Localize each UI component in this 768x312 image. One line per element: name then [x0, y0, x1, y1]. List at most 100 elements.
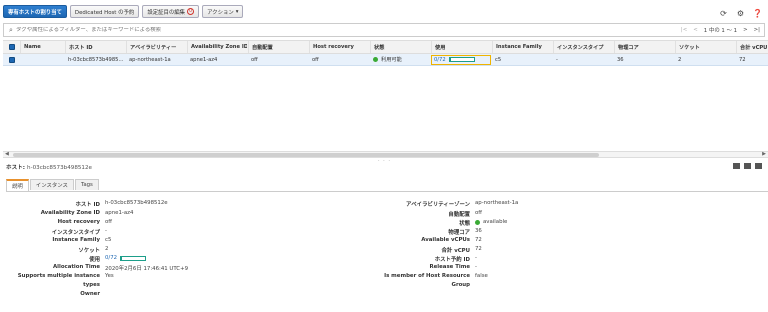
tab-tags[interactable]: Tags: [74, 179, 99, 190]
detail-value: -: [105, 228, 107, 234]
reserve-host-label: Dedicated Host の予約: [74, 9, 135, 16]
detail-key: 合計 vCPU: [441, 248, 470, 254]
detail-key: types: [83, 282, 100, 288]
col-total-vcpu[interactable]: 合計 vCPU: [736, 41, 768, 53]
row-checkbox[interactable]: [6, 54, 16, 65]
usage-bar: [448, 57, 475, 62]
select-all-checkbox[interactable]: [6, 41, 16, 53]
details-left: ホスト ID h-03cbc8573b498512e Availability …: [0, 200, 300, 305]
detail-value: 72: [475, 246, 482, 252]
col-state[interactable]: 状態: [370, 41, 430, 53]
cell-physical-cores: 36: [617, 56, 624, 63]
host-value: h-03cbc8573b498512e: [27, 165, 92, 171]
col-az-id[interactable]: Availability Zone ID: [187, 41, 247, 53]
pager-text: 1 中の 1 ～ 1: [703, 28, 738, 34]
detail-key: ホスト予約 ID: [434, 257, 470, 263]
status-dot-icon: [373, 57, 378, 62]
usage-detail: 0/72: [105, 255, 147, 261]
cell-auto-placement: off: [251, 56, 258, 63]
cell-instance-type: -: [556, 56, 558, 63]
cell-sockets: 2: [678, 56, 682, 63]
detail-key: Group: [451, 282, 470, 288]
cell-az-id: apne1-az4: [190, 56, 218, 63]
search-input[interactable]: [16, 27, 764, 33]
detail-value: 72: [475, 237, 482, 243]
last-page-icon[interactable]: >|: [754, 27, 760, 33]
detail-key: 状態: [459, 221, 470, 227]
table-row[interactable]: h-03cbc8573b4985... ap-northeast-1a apne…: [3, 54, 768, 66]
chevron-down-icon: ▾: [235, 8, 239, 15]
state-detail-text: available: [483, 219, 508, 225]
detail-key: 物理コア: [448, 230, 470, 236]
col-instance-family[interactable]: Instance Family: [492, 41, 552, 53]
detail-value: 2: [105, 246, 109, 252]
col-host-id[interactable]: ホスト ID: [65, 41, 125, 53]
cell-total-vcpu: 72: [739, 56, 746, 63]
layout-bottom-icon[interactable]: [733, 163, 740, 169]
reserve-host-button[interactable]: Dedicated Host の予約: [69, 5, 140, 18]
prev-page-icon[interactable]: <: [693, 27, 698, 33]
host-panel-title: ホスト: h-03cbc8573b498512e: [6, 163, 92, 171]
detail-key: Availability Zone ID: [40, 210, 100, 216]
col-az[interactable]: アベイラビリティー: [126, 41, 186, 53]
detail-value: 36: [475, 228, 482, 234]
allocate-host-button[interactable]: 専有ホストの割り当て: [3, 5, 67, 18]
detail-key: Release Time: [429, 264, 471, 270]
usage-detail-bar: [120, 255, 147, 261]
pager: |< < 1 中の 1 ～ 1 > >|: [681, 26, 760, 34]
usage-text: 0/72: [434, 56, 446, 63]
detail-key: Instance Family: [52, 237, 100, 243]
panel-layout-icons: [733, 163, 762, 169]
edit-badge: 0: [187, 8, 195, 15]
col-auto-placement[interactable]: 自動配置: [248, 41, 308, 53]
detail-key: ソケット: [78, 248, 100, 254]
edit-settings-label: 設定証目の編集: [147, 9, 186, 16]
tab-underline: [6, 191, 768, 192]
col-sockets[interactable]: ソケット: [675, 41, 735, 53]
first-page-icon[interactable]: |<: [681, 27, 687, 33]
col-name[interactable]: Name: [20, 41, 64, 53]
cell-host-recovery: off: [312, 56, 319, 63]
detail-value: ap-northeast-1a: [475, 200, 519, 206]
detail-key: Allocation Time: [52, 264, 100, 270]
detail-key: 自動配置: [448, 212, 470, 218]
detail-value: -: [475, 264, 477, 270]
detail-value: h-03cbc8573b498512e: [105, 200, 168, 206]
col-host-recovery[interactable]: Host recovery: [309, 41, 369, 53]
col-physical-cores[interactable]: 物理コア: [614, 41, 674, 53]
detail-key: ホスト ID: [75, 202, 100, 208]
checkbox-icon: [9, 44, 15, 50]
host-label: ホスト:: [6, 165, 26, 171]
top-icons: ⟳ ⚙ ❓: [719, 9, 762, 18]
cell-state: 利用可能: [370, 54, 430, 65]
cell-host-id: h-03cbc8573b4985...: [68, 56, 124, 63]
tab-instances[interactable]: インスタンス: [29, 179, 74, 190]
detail-value: Yes: [105, 273, 114, 279]
tab-description[interactable]: 説明: [6, 179, 29, 191]
detail-key: インスタンスタイプ: [51, 230, 100, 236]
usage-detail-text: 0/72: [105, 255, 118, 261]
detail-value: false: [475, 273, 488, 279]
detail-value: off: [105, 219, 113, 225]
detail-key: Is member of Host Resource: [384, 273, 470, 279]
resize-grip-icon[interactable]: · · ·: [378, 158, 391, 164]
col-instance-type[interactable]: インスタンスタイプ: [553, 41, 613, 53]
detail-key: Supports multiple instance: [17, 273, 100, 279]
cell-instance-family: c5: [495, 56, 502, 63]
layout-split-icon[interactable]: [744, 163, 751, 169]
layout-full-icon[interactable]: [755, 163, 762, 169]
col-usage[interactable]: 使用: [431, 41, 491, 53]
search-icon: ⌕: [9, 25, 13, 34]
gear-icon[interactable]: ⚙: [736, 9, 745, 18]
actions-button[interactable]: アクション ▾: [202, 5, 244, 18]
refresh-icon[interactable]: ⟳: [719, 9, 728, 18]
table-header: Name ホスト ID アベイラビリティー Availability Zone …: [3, 40, 768, 54]
detail-value: 2020年2月6日 17:46:41 UTC+9: [105, 266, 189, 272]
search-bar: ⌕: [3, 23, 765, 37]
actions-label: アクション: [207, 9, 234, 16]
next-page-icon[interactable]: >: [743, 27, 748, 33]
detail-key: Available vCPUs: [421, 237, 470, 243]
status-dot-icon: [475, 219, 480, 225]
edit-settings-button[interactable]: 設定証目の編集 0: [142, 5, 200, 18]
help-icon[interactable]: ❓: [753, 9, 763, 18]
